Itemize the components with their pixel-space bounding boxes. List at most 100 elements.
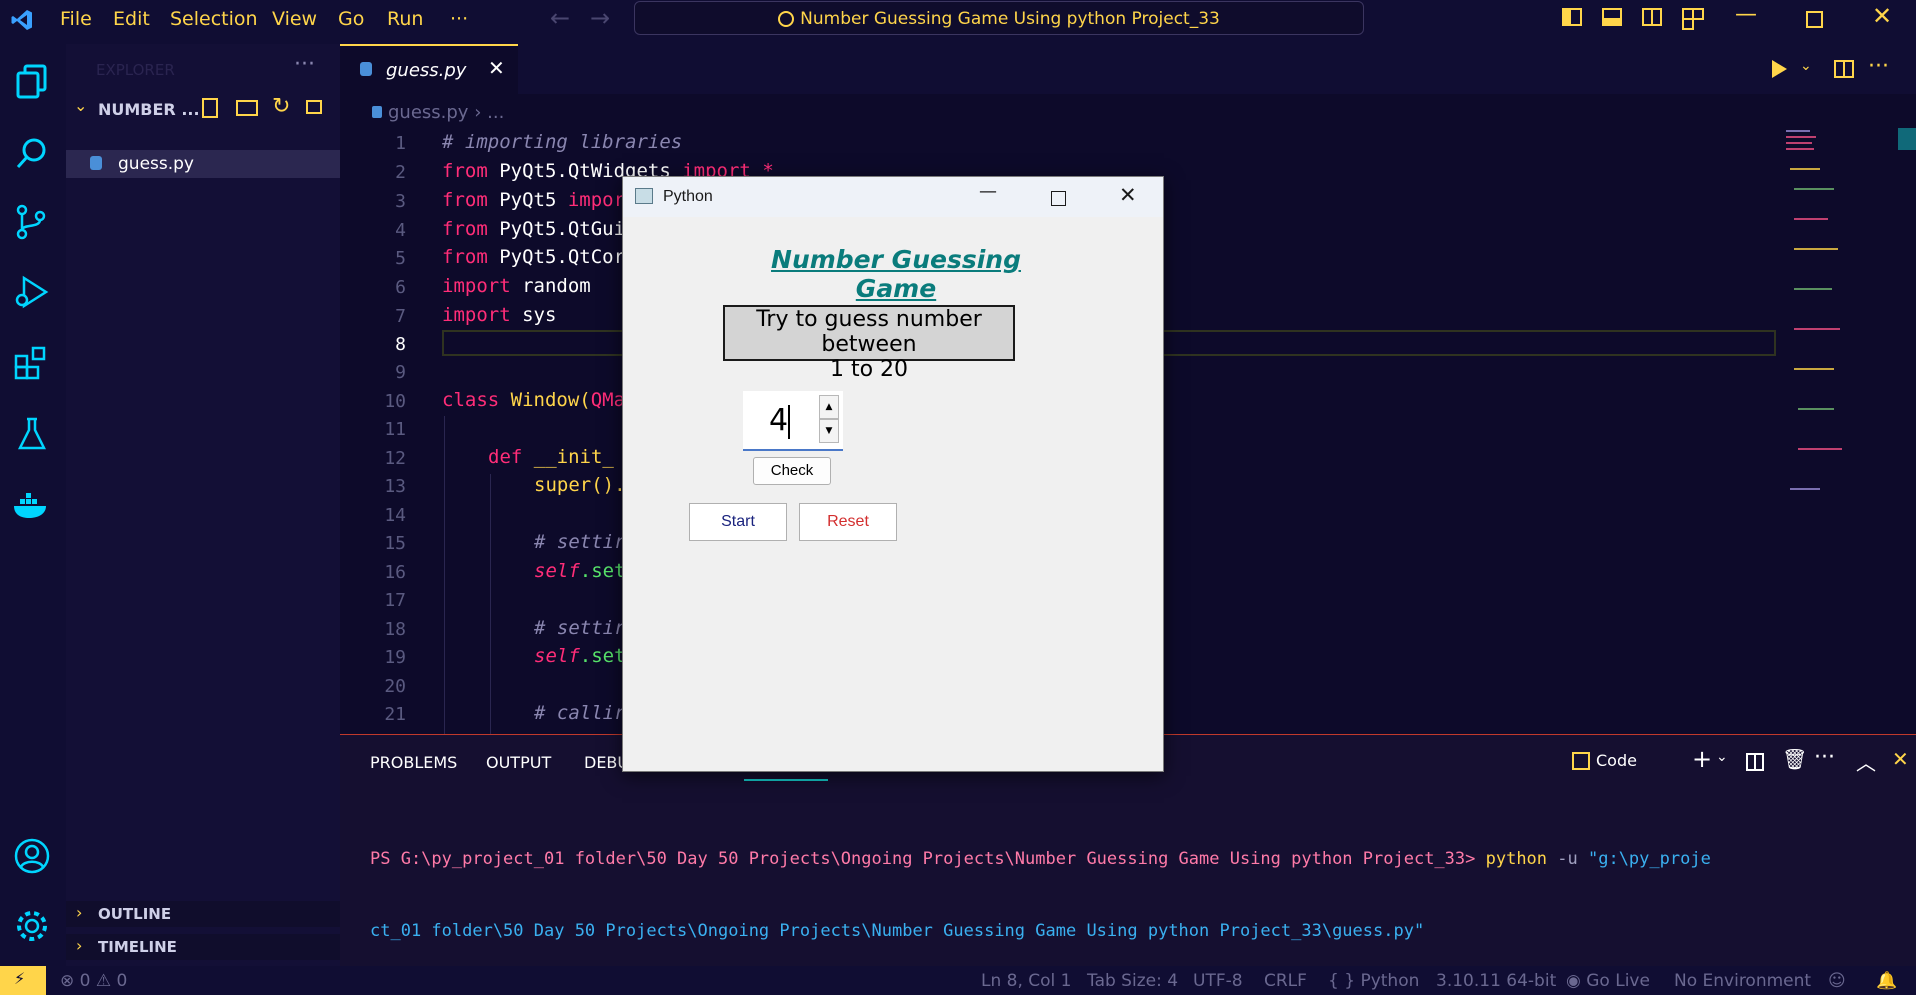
- extensions-icon[interactable]: [12, 342, 52, 382]
- spinbox-down-button[interactable]: ▼: [819, 419, 839, 443]
- menu-selection[interactable]: Selection: [170, 0, 258, 44]
- explorer-more-icon[interactable]: ···: [294, 52, 315, 77]
- module-token: PyQt5: [487, 189, 557, 211]
- file-row-guess[interactable]: guess.py: [66, 150, 340, 178]
- python-version[interactable]: 3.10.11 64-bit: [1436, 971, 1556, 991]
- toggle-panel-icon[interactable]: [1602, 8, 1622, 26]
- command-center-search[interactable]: Number Guessing Game Using python Projec…: [634, 1, 1364, 35]
- tab-size[interactable]: Tab Size: 4: [1087, 971, 1178, 991]
- app-close-icon[interactable]: ✕: [1119, 183, 1137, 207]
- braces-icon: { }: [1328, 971, 1361, 991]
- timeline-section[interactable]: › TIMELINE: [66, 934, 340, 960]
- menu-view[interactable]: View: [272, 0, 317, 44]
- chevron-right-icon: ›: [76, 936, 83, 955]
- search-activity-icon[interactable]: [12, 134, 52, 174]
- close-panel-icon[interactable]: ✕: [1892, 747, 1909, 771]
- timeline-label: TIMELINE: [98, 938, 177, 956]
- toggle-primary-sidebar-icon[interactable]: [1562, 8, 1582, 26]
- restore-window-icon[interactable]: [1806, 11, 1823, 28]
- terminal-label: Code: [1596, 751, 1637, 770]
- scrollbar-thumb[interactable]: [1898, 128, 1916, 150]
- panel-more-icon[interactable]: ···: [1814, 745, 1835, 770]
- language-mode[interactable]: { } Python: [1328, 971, 1419, 991]
- split-terminal-icon[interactable]: [1746, 753, 1764, 771]
- go-live-label: Go Live: [1586, 971, 1650, 991]
- spinbox-up-button[interactable]: ▲: [819, 395, 839, 419]
- terminal-path: "g:\py_proje: [1577, 849, 1711, 869]
- menu-file[interactable]: File: [60, 0, 92, 44]
- error-count: 0: [79, 971, 91, 991]
- folder-row[interactable]: ⌄ NUMBER ... ↻: [66, 94, 340, 122]
- nav-forward-icon[interactable]: →: [590, 4, 610, 32]
- account-icon[interactable]: [12, 836, 52, 876]
- app-minimize-icon[interactable]: —: [979, 181, 997, 202]
- new-folder-icon[interactable]: [236, 100, 258, 116]
- feedback-icon[interactable]: ☺: [1828, 971, 1846, 991]
- terminal-output[interactable]: PS G:\py_project_01 folder\50 Day 50 Pro…: [370, 799, 1711, 991]
- outline-section[interactable]: › OUTLINE: [66, 901, 340, 927]
- chevron-down-icon: ⌄: [74, 96, 88, 115]
- notifications-bell-icon[interactable]: 🔔: [1876, 971, 1897, 991]
- run-dropdown-icon[interactable]: ⌄: [1800, 58, 1812, 74]
- new-terminal-icon[interactable]: +: [1692, 745, 1712, 773]
- testing-flask-icon[interactable]: [12, 414, 52, 454]
- minimize-window-icon[interactable]: —: [1735, 2, 1757, 27]
- python-app-window: Python — ✕ Number Guessing Game Try to g…: [622, 176, 1164, 772]
- terminal-selector[interactable]: Code: [1572, 751, 1637, 770]
- app-icon: [635, 188, 653, 204]
- minimap[interactable]: [1782, 128, 1852, 508]
- maximize-panel-icon[interactable]: ︿: [1856, 747, 1876, 776]
- check-button[interactable]: Check: [753, 457, 831, 485]
- collapse-all-icon[interactable]: [306, 100, 322, 114]
- guess-spinbox[interactable]: 4 ▲ ▼: [743, 391, 843, 451]
- docker-icon[interactable]: [12, 484, 52, 524]
- reset-button[interactable]: Reset: [799, 503, 897, 541]
- run-debug-icon[interactable]: [12, 272, 52, 312]
- explorer-icon[interactable]: [12, 62, 52, 102]
- app-maximize-icon[interactable]: [1051, 191, 1066, 206]
- terminal-dropdown-icon[interactable]: ⌄: [1716, 749, 1728, 765]
- editor-tab-guess[interactable]: guess.py ✕: [340, 44, 518, 94]
- tab-close-icon[interactable]: ✕: [488, 56, 505, 80]
- split-editor-icon[interactable]: [1834, 60, 1854, 78]
- menu-edit[interactable]: Edit: [113, 0, 150, 44]
- tab-output[interactable]: OUTPUT: [486, 753, 551, 772]
- line-number: 4: [395, 220, 406, 241]
- problems-indicator[interactable]: ⊗ 0 ⚠ 0: [60, 971, 127, 991]
- indent-guide: [490, 474, 491, 734]
- menu-run[interactable]: Run: [387, 0, 423, 44]
- terminal-command: python: [1475, 849, 1548, 869]
- self-token: self: [534, 645, 580, 667]
- nav-back-icon[interactable]: ←: [550, 4, 570, 32]
- breadcrumb-file[interactable]: guess.py: [388, 102, 468, 123]
- encoding[interactable]: UTF-8: [1193, 971, 1243, 991]
- menu-more[interactable]: ···: [450, 0, 468, 44]
- trash-icon[interactable]: 🗑: [1782, 747, 1807, 771]
- toggle-secondary-sidebar-icon[interactable]: [1642, 8, 1662, 26]
- settings-gear-icon[interactable]: [12, 906, 52, 946]
- cursor-position[interactable]: Ln 8, Col 1: [981, 971, 1072, 991]
- line-number: 17: [384, 590, 406, 611]
- keyword-token: from: [442, 160, 488, 182]
- close-window-icon[interactable]: ✕: [1872, 2, 1892, 30]
- editor-more-icon[interactable]: ···: [1868, 54, 1889, 79]
- menu-go[interactable]: Go: [338, 0, 364, 44]
- info-label: Try to guess number between 1 to 20: [723, 305, 1015, 382]
- comment-token: # callir: [534, 702, 626, 724]
- end-of-line[interactable]: CRLF: [1264, 971, 1307, 991]
- tab-problems[interactable]: PROBLEMS: [370, 753, 457, 772]
- run-python-icon[interactable]: [1772, 60, 1787, 78]
- breadcrumb-symbol[interactable]: ...: [487, 102, 504, 123]
- source-control-icon[interactable]: [12, 202, 52, 242]
- remote-indicator[interactable]: ⚡: [0, 966, 46, 995]
- new-file-icon[interactable]: [202, 98, 218, 118]
- line-number: 10: [384, 391, 406, 412]
- customize-layout-icon[interactable]: [1682, 8, 1704, 30]
- keyword-token: from: [442, 246, 488, 268]
- code-line: # importing libraries: [442, 131, 682, 153]
- start-button[interactable]: Start: [689, 503, 787, 541]
- go-live[interactable]: ◉ Go Live: [1566, 971, 1650, 991]
- code-line: super().: [534, 474, 626, 496]
- refresh-icon[interactable]: ↻: [272, 94, 290, 119]
- environment[interactable]: No Environment: [1674, 971, 1811, 991]
